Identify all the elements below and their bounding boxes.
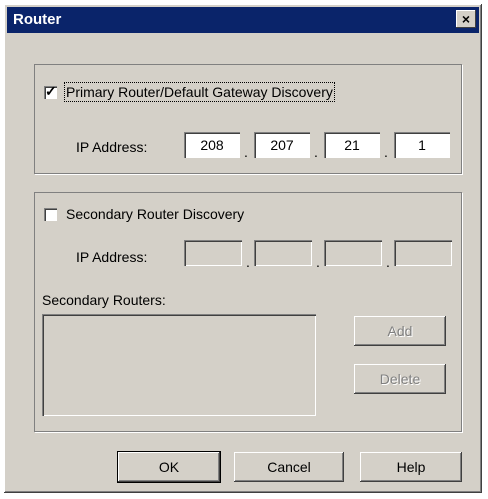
secondary-ip-label: IP Address: [76,249,148,265]
router-dialog: Router × ✓ Primary Router/Default Gatewa… [4,4,482,493]
ip-separator: . [386,254,390,270]
primary-ip-octet-2[interactable]: 207 [254,132,310,158]
primary-ip-octet-3[interactable]: 21 [324,132,380,158]
secondary-routers-label: Secondary Routers: [42,292,166,308]
ip-separator: . [384,144,388,160]
primary-router-label[interactable]: Primary Router/Default Gateway Discovery [64,82,335,102]
title-bar: Router × [7,7,479,33]
secondary-ip-octet-2[interactable] [254,240,312,266]
ip-separator: . [244,144,248,160]
help-button[interactable]: Help [360,452,462,482]
ip-separator: . [316,254,320,270]
secondary-router-label[interactable]: Secondary Router Discovery [66,206,244,222]
check-icon: ✓ [45,83,57,99]
primary-ip-octet-4[interactable]: 1 [394,132,450,158]
add-button[interactable]: Add [354,316,446,346]
close-icon[interactable]: × [456,10,476,28]
ip-separator: . [246,254,250,270]
ip-separator: . [314,144,318,160]
delete-button[interactable]: Delete [354,364,446,394]
primary-router-group: ✓ Primary Router/Default Gateway Discove… [34,64,462,174]
ok-button[interactable]: OK [118,452,220,482]
secondary-router-checkbox[interactable] [44,208,57,221]
secondary-ip-octet-3[interactable] [324,240,382,266]
primary-ip-label: IP Address: [76,139,148,155]
window-title: Router [13,11,62,28]
secondary-routers-list[interactable] [42,314,316,416]
cancel-button[interactable]: Cancel [234,452,344,482]
primary-router-checkbox[interactable]: ✓ [44,83,57,99]
secondary-ip-octet-1[interactable] [184,240,242,266]
secondary-router-group: Secondary Router Discovery IP Address: .… [34,192,462,432]
primary-ip-octet-1[interactable]: 208 [184,132,240,158]
secondary-ip-octet-4[interactable] [394,240,452,266]
